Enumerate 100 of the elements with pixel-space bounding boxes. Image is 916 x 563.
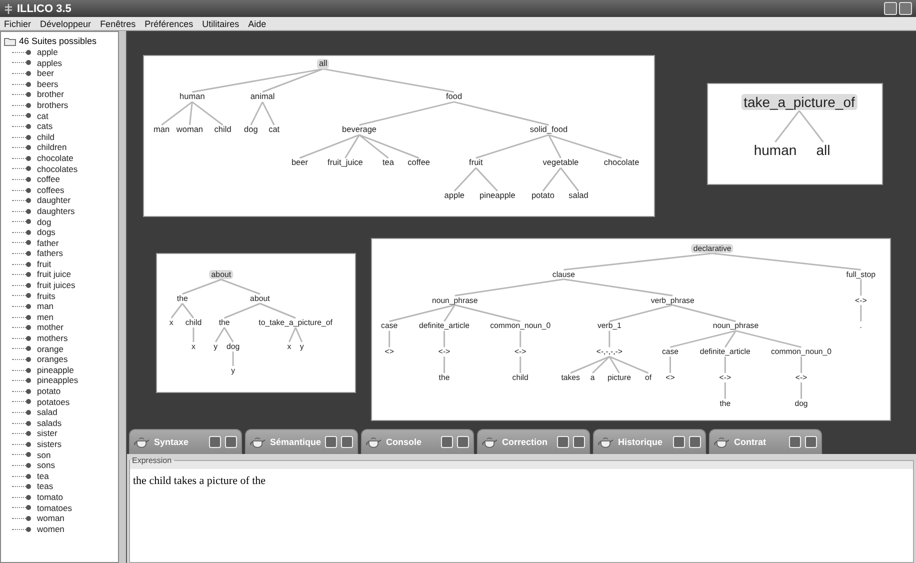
restore-button[interactable] [557,436,569,448]
restore-button[interactable] [325,436,338,448]
tree-item[interactable]: fathers [37,248,63,259]
tree-item[interactable]: child [37,132,54,142]
menu-item[interactable]: Fichier [4,18,32,28]
bullet-icon [26,304,31,310]
tree-item[interactable]: man [37,301,54,312]
bullet-icon [26,325,31,330]
tree-item[interactable]: dogs [37,227,56,238]
tree-item[interactable]: chocolate [37,152,74,164]
tree-item[interactable]: mother [37,322,64,334]
tree-item[interactable]: dog [37,216,52,228]
tree-item[interactable]: fruits [37,290,56,302]
tree-item[interactable]: daughter [37,195,71,206]
tree-item[interactable]: fruit juices [37,280,76,291]
menu-item[interactable]: Développeur [40,18,92,28]
tree-item[interactable]: salads [37,418,62,428]
splitter[interactable] [119,31,127,563]
bullet-icon [26,156,31,161]
tree-branch [609,304,673,322]
bullet-icon [26,314,31,320]
tree-item[interactable]: tea [37,470,49,482]
tree-item[interactable]: potatoes [37,396,70,408]
restore-button[interactable] [441,436,453,448]
bullet-icon [26,145,31,150]
tree-item[interactable]: orange [37,344,64,354]
tree-node-label: all [815,142,832,158]
bullet-icon [26,82,31,87]
tree-item[interactable]: apple [37,47,58,58]
bullet-icon [26,516,31,521]
panel-title: Expression [131,456,173,465]
tree-item[interactable]: fruit [37,258,52,270]
expression-field[interactable]: the child takes a picture of the [130,469,913,562]
bullet-icon [26,176,31,182]
tree-item[interactable]: sister [37,428,58,439]
bullet-icon [26,346,31,352]
maximize-button[interactable] [341,436,354,448]
bullet-icon [26,272,31,278]
tree-node-label: woman [175,125,204,134]
tree-item[interactable]: brothers [37,100,68,111]
tree-item[interactable]: sons [37,460,55,471]
bullet-icon [26,198,31,204]
tree-branch [224,302,260,319]
tree-item[interactable]: beers [37,78,58,90]
bullet-icon [26,505,31,510]
tree-item[interactable]: mothers [37,333,68,344]
bullet-icon [26,262,31,267]
tree-branch [170,303,183,318]
bullet-icon [26,462,31,468]
bullet-icon [26,336,31,341]
tree-item[interactable]: daughters [37,206,75,216]
tree-item[interactable]: coffees [37,184,64,196]
bullet-icon [26,166,31,172]
restore-button[interactable] [789,436,801,448]
tree-item[interactable]: teas [37,481,54,492]
maximize-button[interactable] [457,436,469,448]
tree-item[interactable]: oranges [37,354,68,365]
tree-item[interactable]: brother [37,89,64,100]
tree-item[interactable]: tomatoes [37,502,72,514]
tree-item[interactable]: men [37,312,54,322]
minimize-button[interactable] [884,2,897,15]
tree-item[interactable]: tomato [37,492,63,503]
tree-item[interactable]: beer [37,68,54,79]
tree-item[interactable]: chocolates [37,164,78,174]
tree-item[interactable]: fruit juice [37,269,72,280]
tree-item[interactable]: pineapple [37,364,74,376]
tree-item[interactable]: women [37,524,64,534]
tree-item[interactable]: salad [37,407,58,418]
menu-item[interactable]: Fenêtres [100,18,136,28]
tree-item[interactable]: son [37,450,51,460]
menu-item[interactable]: Préférences [144,18,194,28]
tree-item[interactable]: cats [37,121,53,132]
tree-item[interactable]: apples [37,58,62,68]
tree-item[interactable]: coffee [37,174,60,185]
bullet-icon [26,50,31,55]
bullet-icon [26,251,31,256]
tree-node-label: animal [249,92,276,102]
menu-item[interactable]: Aide [248,18,266,28]
tree-item[interactable]: woman [37,513,64,524]
menu-item[interactable]: Utilitaires [202,18,240,28]
restore-button[interactable] [673,436,685,448]
restore-button[interactable] [209,436,221,448]
tree-item[interactable]: potato [37,386,61,397]
tree-branch [250,102,264,126]
tree-item[interactable]: children [37,142,67,153]
tree-item[interactable]: cat [37,110,48,122]
tree-node-label: man [152,125,171,134]
maximize-button[interactable] [899,2,912,15]
tree-root-label[interactable]: 46 Suites possibles [19,36,97,46]
tree-node-label: coffee [406,158,432,168]
maximize-button[interactable] [689,436,701,448]
bullet-icon [26,526,31,532]
maximize-button[interactable] [225,436,237,448]
tree-node-label: all [316,59,330,68]
maximize-button[interactable] [573,436,585,448]
tree-branch [542,167,562,192]
tree-item[interactable]: father [37,238,59,248]
maximize-button[interactable] [805,436,817,448]
tree-item[interactable]: sisters [37,438,62,450]
tree-item[interactable]: pineapples [37,375,78,386]
